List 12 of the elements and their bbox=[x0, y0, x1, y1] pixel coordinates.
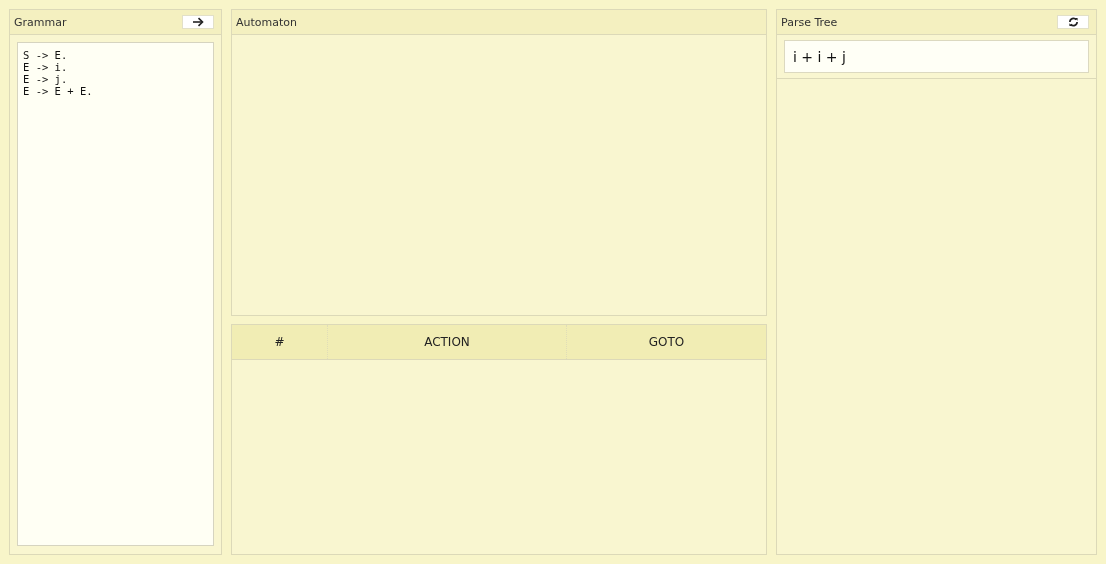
panel-title: Grammar bbox=[14, 15, 67, 29]
column-header: GOTO bbox=[647, 334, 686, 351]
arrow-right-icon bbox=[192, 17, 204, 27]
run-button[interactable] bbox=[182, 15, 214, 29]
refresh-icon bbox=[1067, 17, 1079, 27]
panel-title: Automaton bbox=[236, 15, 297, 29]
column-header: ACTION bbox=[328, 325, 567, 359]
grammar-editor[interactable]: S -> E. E -> i. E -> j. E -> E + E. bbox=[17, 42, 214, 546]
refresh-button[interactable] bbox=[1057, 15, 1089, 29]
input-field[interactable]: i + i + j bbox=[784, 40, 1089, 73]
column-header: # bbox=[232, 325, 328, 359]
panel-title: Parse Tree bbox=[781, 15, 838, 29]
